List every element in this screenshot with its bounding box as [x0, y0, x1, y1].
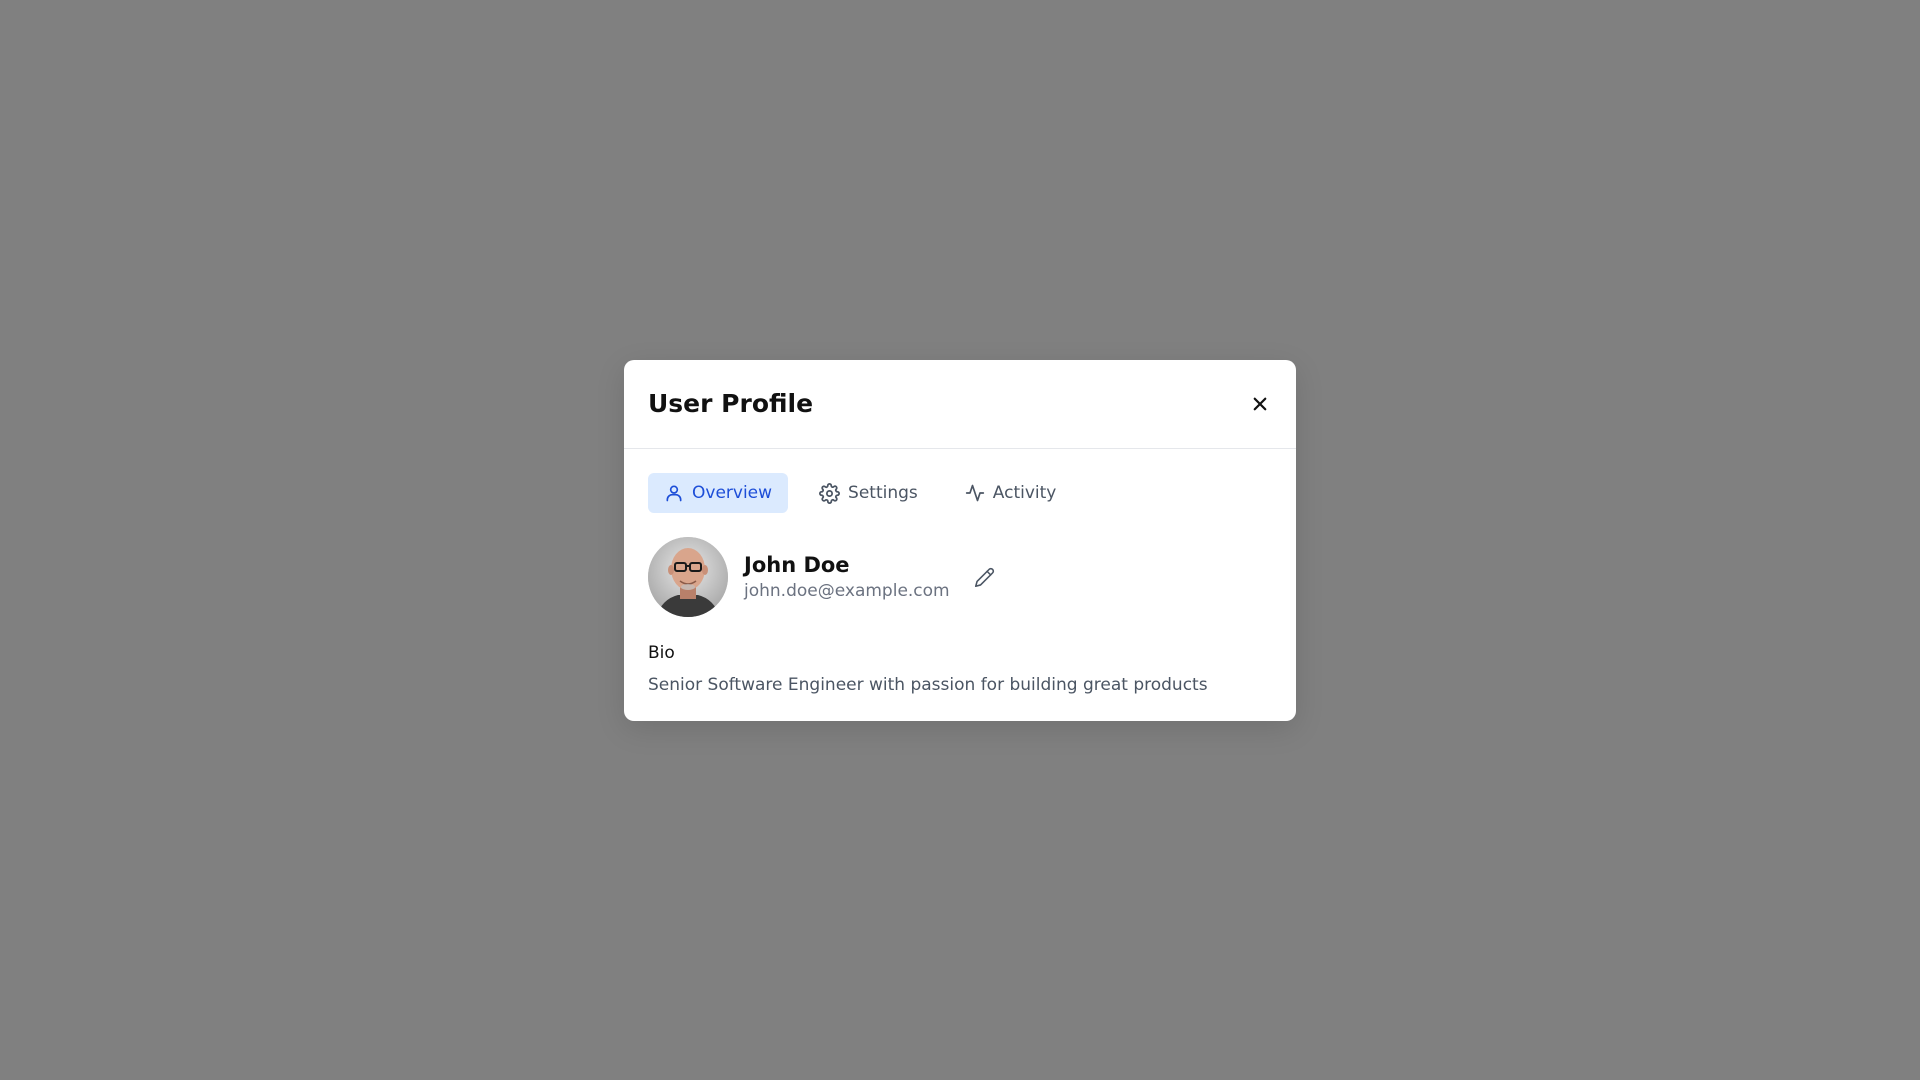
activity-icon: [965, 484, 984, 502]
modal-title: User Profile: [648, 389, 814, 418]
tab-bar: Overview Settings Activity: [648, 473, 1272, 513]
bio-text: Senior Software Engineer with passion fo…: [648, 675, 1208, 695]
modal-header: User Profile: [624, 360, 1296, 449]
tab-settings[interactable]: Settings: [803, 473, 934, 513]
close-button[interactable]: [1244, 388, 1276, 420]
close-icon: [1253, 397, 1267, 411]
user-profile-modal: User Profile Overview Settings Activity …: [624, 360, 1296, 721]
modal-body: Overview Settings Activity John Doe john…: [624, 449, 1296, 720]
tab-settings-label: Settings: [848, 483, 918, 503]
tab-activity-label: Activity: [992, 483, 1057, 503]
avatar: [648, 537, 728, 617]
profile-summary: John Doe john.doe@example.com: [648, 537, 1272, 617]
pencil-icon: [975, 567, 995, 587]
tab-activity[interactable]: Activity: [949, 473, 1073, 513]
bio-label: Bio: [648, 643, 675, 663]
user-email: john.doe@example.com: [744, 581, 950, 601]
tab-overview-label: Overview: [692, 483, 773, 503]
gear-icon: [819, 482, 840, 504]
tab-overview[interactable]: Overview: [648, 473, 789, 513]
edit-profile-button[interactable]: [968, 560, 1002, 594]
user-icon: [666, 485, 682, 502]
identity: John Doe john.doe@example.com: [744, 552, 950, 602]
user-name: John Doe: [744, 553, 850, 577]
